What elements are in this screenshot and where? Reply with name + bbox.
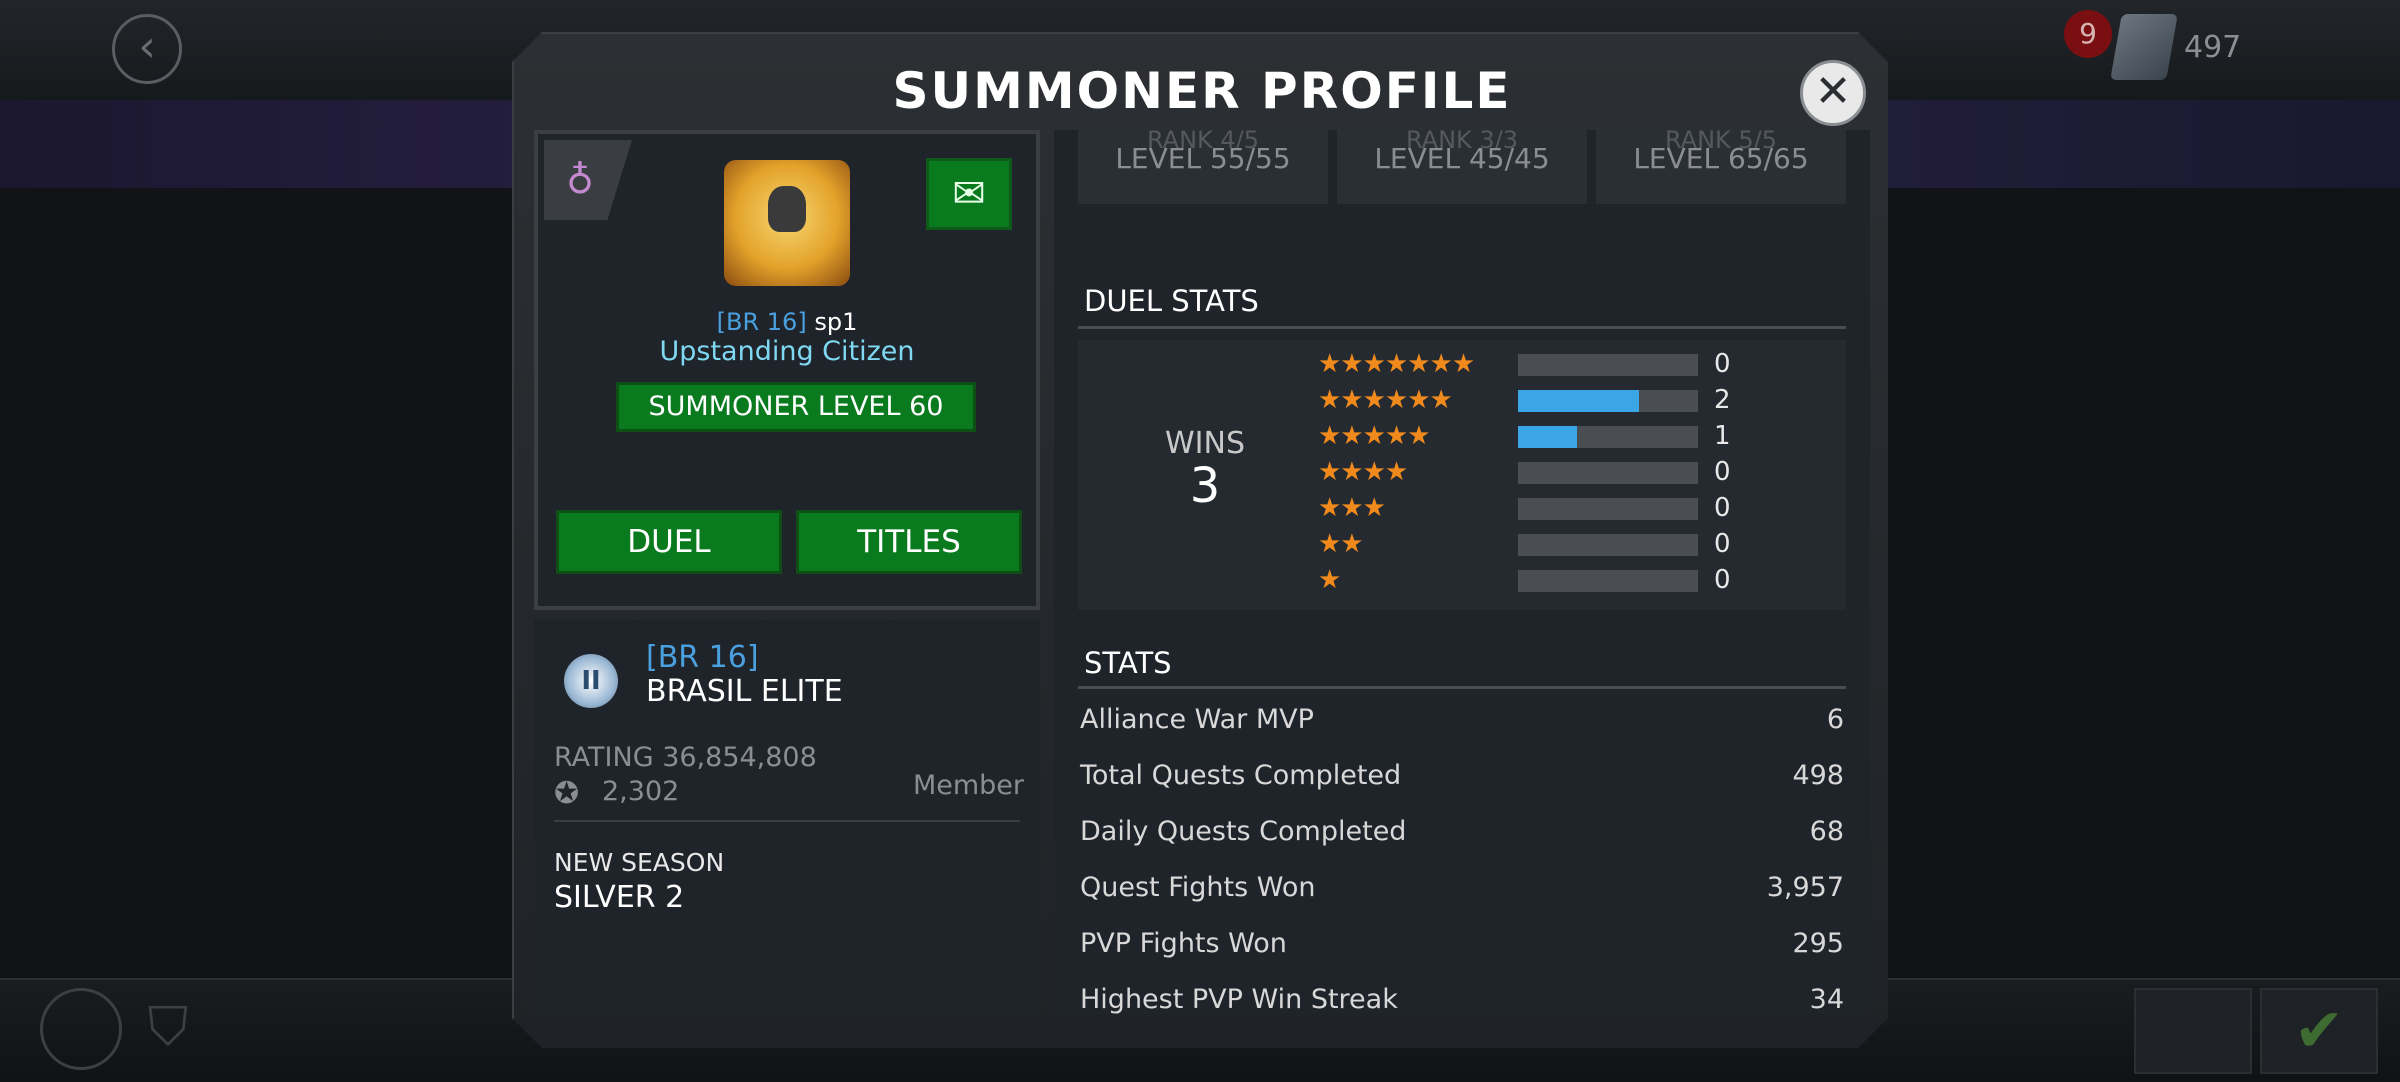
stat-row: Alliance War MVP 6 (1080, 704, 1844, 748)
player-name: sp1 (814, 308, 858, 336)
wins-count: 0 (1714, 493, 1731, 523)
rank-level: LEVEL 65/65 (1633, 142, 1809, 175)
mail-icon: ✉ (952, 171, 986, 217)
season-label: NEW SEASON (554, 848, 725, 877)
rank-level: LEVEL 55/55 (1115, 142, 1291, 175)
alliance-name[interactable]: BRASIL ELITE (646, 674, 843, 709)
checkmark-icon: ✔ (2293, 996, 2345, 1066)
wins-bar (1518, 462, 1698, 484)
player-alliance-tag: [BR 16] (716, 308, 807, 336)
wins-bar (1518, 390, 1698, 412)
trophy-icon: ✪ (554, 776, 580, 811)
mail-button[interactable]: ✉ (926, 158, 1012, 230)
stat-value: 3,957 (1766, 872, 1844, 903)
alliance-nav-icon[interactable] (40, 988, 122, 1070)
wins-bar-fill (1518, 426, 1578, 448)
star-icons: ★★ (1318, 529, 1364, 559)
stat-label: Quest Fights Won (1080, 872, 1316, 903)
stat-row: Quest Fights Won 3,957 (1080, 872, 1844, 916)
stat-row: Highest PVP Win Streak 34 (1080, 984, 1844, 1028)
rank-card: RANK 4/5 LEVEL 55/55 (1078, 126, 1328, 204)
player-line: [BR 16] sp1 (538, 308, 1036, 336)
back-button[interactable]: ‹ (112, 14, 182, 84)
stat-value: 6 (1826, 704, 1844, 735)
stat-label: Daily Quests Completed (1080, 816, 1407, 847)
player-title: Upstanding Citizen (659, 336, 915, 367)
wins-bar (1518, 534, 1698, 556)
stats-rule (1078, 686, 1846, 689)
wins-count: 0 (1714, 565, 1731, 595)
wins-bar (1518, 498, 1698, 520)
member-role: Member (912, 770, 1024, 801)
chevron-left-icon: ‹ (138, 21, 156, 72)
trophy-count: 2,302 (602, 776, 680, 807)
stat-value: 34 (1809, 984, 1844, 1015)
stats-panel[interactable]: RANK 4/5 LEVEL 55/55 RANK 3/3 LEVEL 45/4… (1054, 126, 1870, 1015)
alliance-tag[interactable]: [BR 16] (646, 640, 759, 675)
rank-card: RANK 5/5 LEVEL 65/65 (1596, 126, 1846, 204)
wins-count: 0 (1714, 529, 1731, 559)
duel-stats-rule (1078, 326, 1846, 329)
alliance-panel: II [BR 16] BRASIL ELITE RATING 36,854,80… (534, 620, 1040, 1014)
stat-label: Alliance War MVP (1080, 704, 1314, 735)
stat-row: PVP Fights Won 295 (1080, 928, 1844, 972)
duel-button[interactable]: DUEL (556, 510, 782, 574)
summoner-level-badge: SUMMONER LEVEL 60 (616, 382, 976, 432)
stamina-icon (2110, 14, 2178, 80)
duel-stats-box: WINS 3 ★★★★★★★ 0 ★★★★★★ 2 ★★★★★ 1 ★★★★ 0 (1078, 340, 1846, 610)
divider (554, 820, 1020, 822)
stat-row: Total Quests Completed 498 (1080, 760, 1844, 804)
wins-bar-fill (1518, 390, 1639, 412)
wins-value: 3 (1189, 458, 1221, 514)
season-value: SILVER 2 (554, 880, 685, 915)
wins-count: 0 (1714, 457, 1731, 487)
shield-icon[interactable]: ⛉ (140, 996, 196, 1058)
avatar-figure (768, 186, 806, 232)
checkmark-button[interactable]: ✔ (2260, 988, 2378, 1074)
star-icons: ★★★★ (1318, 457, 1408, 487)
profile-tag-box: ♁ (544, 140, 632, 220)
wins-count: 2 (1714, 385, 1731, 415)
star-icons: ★★★★★ (1318, 421, 1431, 451)
titles-button[interactable]: TITLES (796, 510, 1022, 574)
star-icons: ★★★★★★ (1318, 385, 1453, 415)
wins-label: WINS (1165, 426, 1245, 461)
armor-icon: ♁ (566, 158, 594, 202)
alliance-emblem-icon[interactable]: II (564, 654, 618, 708)
alliance-rating: RATING 36,854,808 (554, 742, 817, 773)
stat-label: Highest PVP Win Streak (1080, 984, 1398, 1015)
rank-level: LEVEL 45/45 (1374, 142, 1550, 175)
stat-value: 498 (1792, 760, 1844, 791)
close-icon: ✕ (1814, 66, 1852, 117)
stat-label: Total Quests Completed (1080, 760, 1402, 791)
modal-title: SUMMONER PROFILE (892, 62, 1512, 120)
wins-count: 1 (1714, 421, 1731, 451)
wins-bar (1518, 570, 1698, 592)
stats-title: STATS (1084, 646, 1172, 680)
avatar[interactable] (724, 160, 850, 286)
star-icons: ★★★ (1318, 493, 1386, 523)
wins-bar (1518, 426, 1698, 448)
stat-label: PVP Fights Won (1080, 928, 1287, 959)
close-button[interactable]: ✕ (1800, 60, 1866, 126)
stat-row: Daily Quests Completed 68 (1080, 816, 1844, 860)
stat-value: 68 (1809, 816, 1844, 847)
alert-badge[interactable]: 9 (2064, 10, 2112, 58)
star-icons: ★★★★★★★ (1318, 349, 1475, 379)
wins-bar (1518, 354, 1698, 376)
profile-card: ♁ ✉ [BR 16] sp1 Upstanding Citizen SUMMO… (534, 130, 1040, 610)
stat-value: 295 (1792, 928, 1844, 959)
duel-stats-title: DUEL STATS (1084, 284, 1259, 318)
quests-button[interactable] (2134, 988, 2252, 1074)
stamina-count: 497 (2184, 30, 2242, 65)
wins-count: 0 (1714, 349, 1731, 379)
summoner-profile-modal: SUMMONER PROFILE ✕ ♁ ✉ [BR 16] sp1 Upsta… (512, 32, 1888, 1048)
star-icons: ★ (1318, 565, 1341, 595)
rank-card: RANK 3/3 LEVEL 45/45 (1337, 126, 1587, 204)
